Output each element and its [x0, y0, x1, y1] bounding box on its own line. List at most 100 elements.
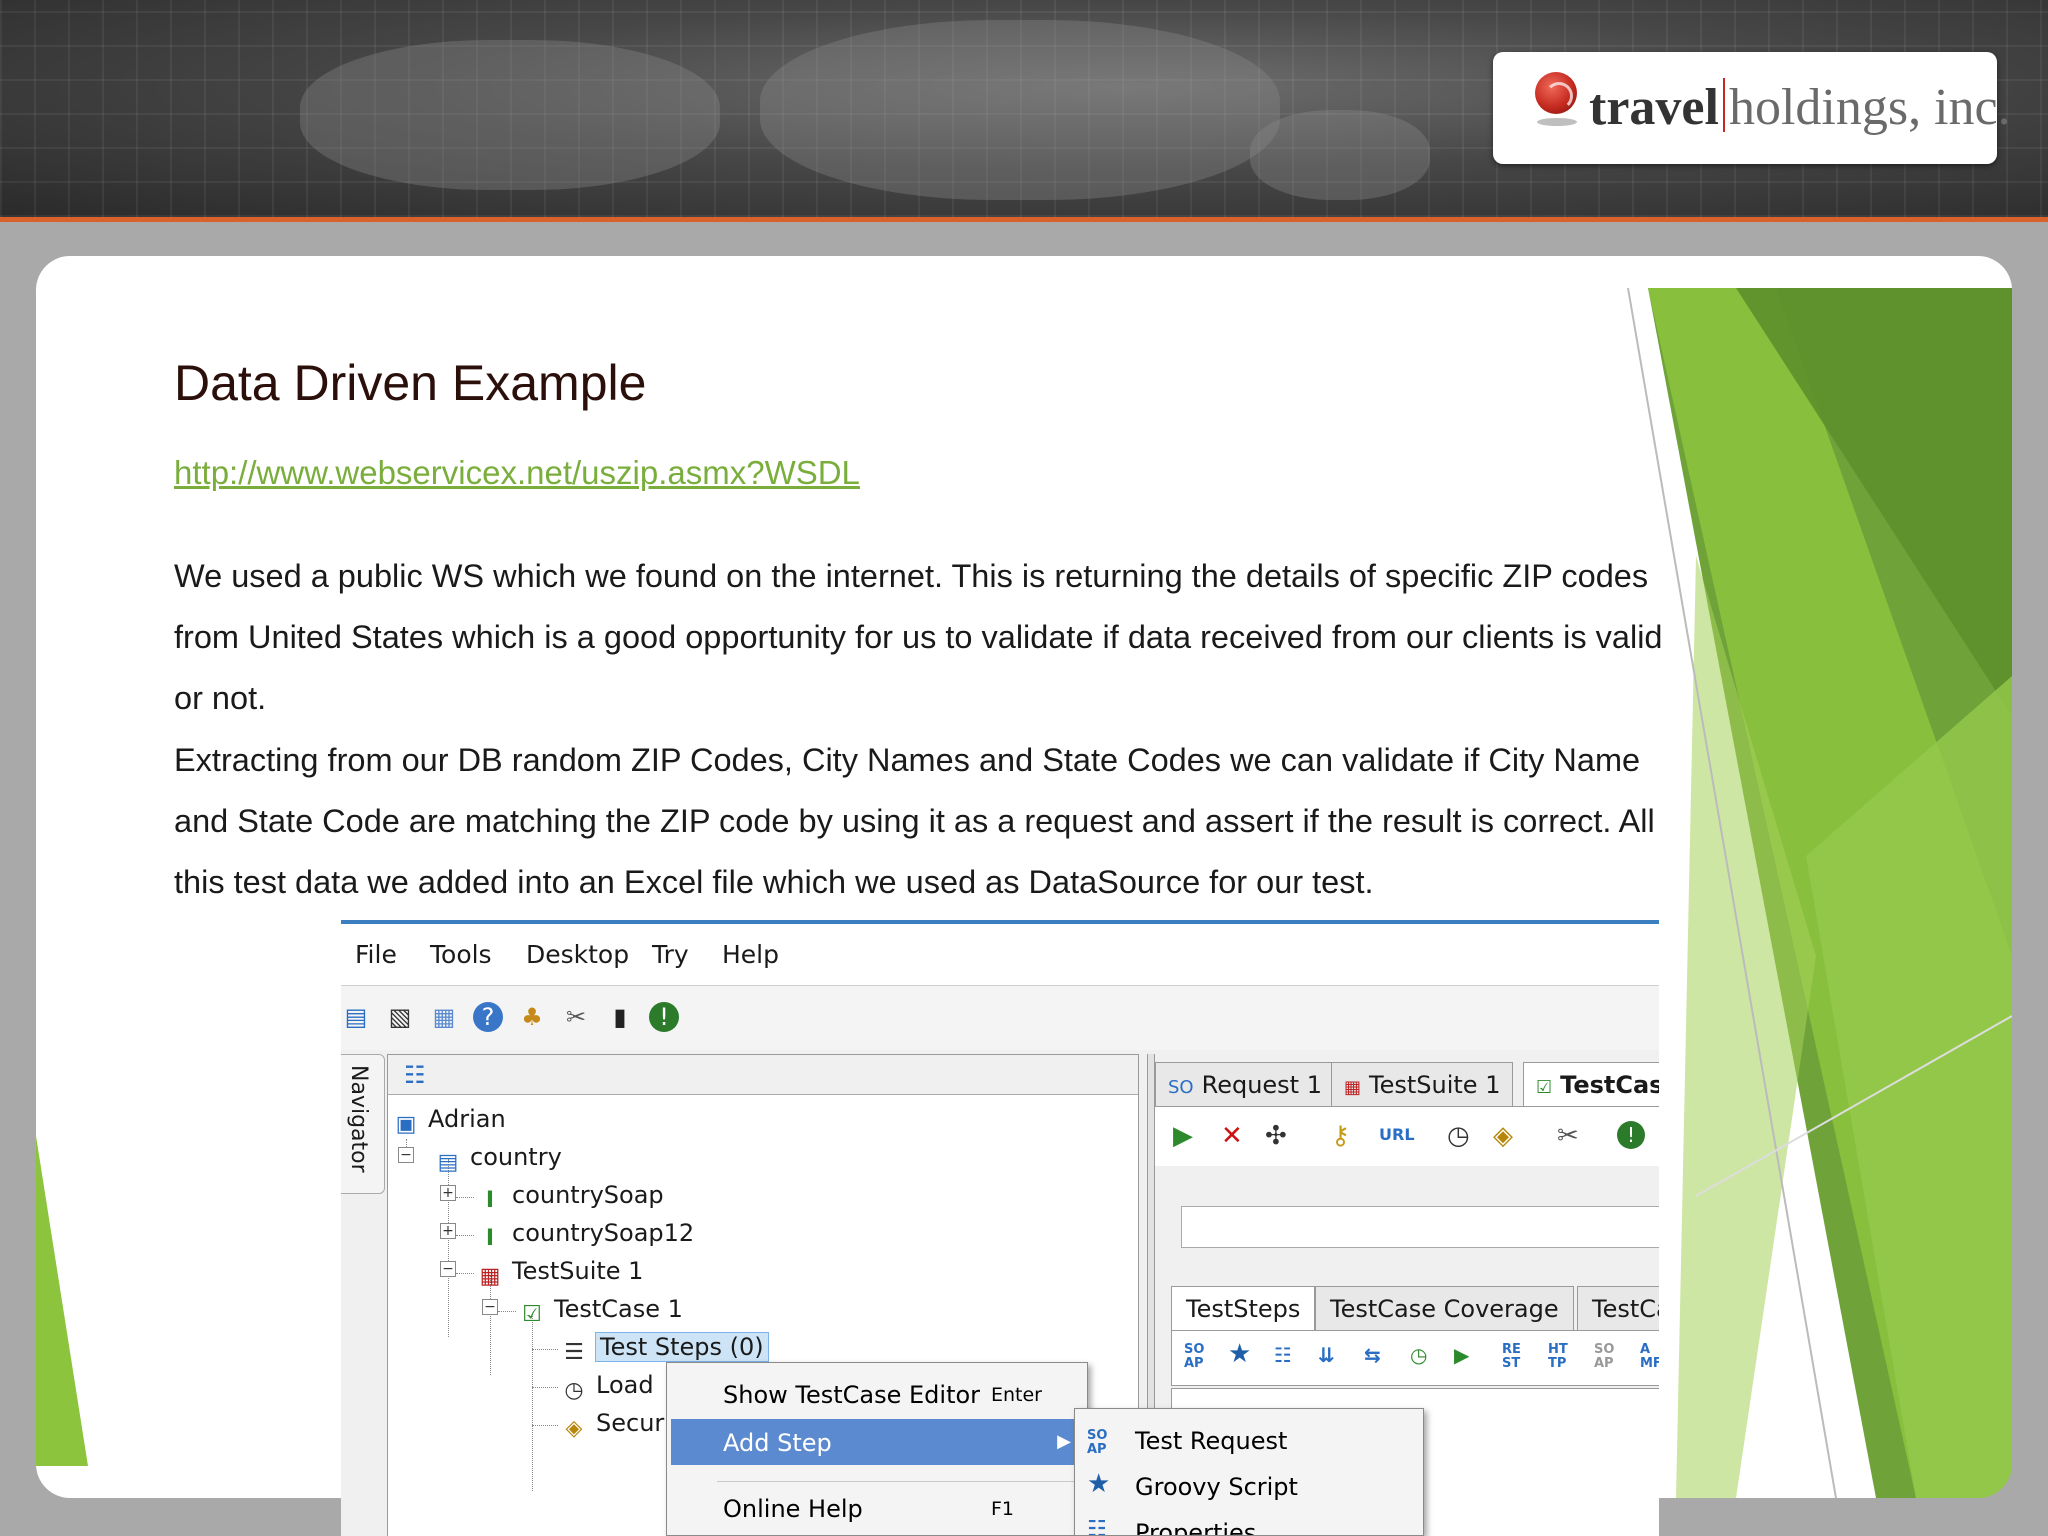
navigator-label: Navigator: [346, 1065, 371, 1173]
map-continent-shape: [300, 40, 720, 190]
add-mock-response-icon[interactable]: SO AP: [1594, 1343, 1616, 1371]
key-icon[interactable]: ⚷: [1331, 1121, 1350, 1151]
tree-item-testcase[interactable]: ☑ TestCase 1: [518, 1295, 683, 1329]
project-icon: ▤: [437, 1150, 459, 1175]
map-continent-shape: [1250, 110, 1430, 200]
tree-label: Test Steps (0): [595, 1332, 769, 1362]
main-toolbar: ▤ ▧ ▦ ? ♣ ✂ ▮ !: [341, 986, 1659, 1050]
submenu-item-label: Properties: [1135, 1519, 1257, 1536]
submenu-item-test-request[interactable]: SO AP Test Request: [1079, 1417, 1419, 1463]
menu-desktop[interactable]: Desktop: [526, 940, 629, 969]
menu-bar: File Tools Desktop Try Help: [341, 924, 1659, 986]
testcase-description-field[interactable]: [1181, 1206, 1659, 1248]
tree-label: countrySoap12: [512, 1219, 695, 1247]
tree-line: [532, 1387, 558, 1388]
menu-item-label: Online Help: [723, 1495, 863, 1523]
testcase-icon: ☑: [522, 1302, 542, 1327]
tree-item-project[interactable]: ▤ country: [434, 1143, 562, 1177]
wsdl-link[interactable]: http://www.webservicex.net/uszip.asmx?WS…: [174, 454, 860, 492]
run-testcase-icon[interactable]: ▶: [1454, 1343, 1469, 1367]
exit-icon[interactable]: !: [649, 1002, 679, 1032]
soap-icon: SO: [1168, 1077, 1194, 1098]
navigator-tab[interactable]: Navigator: [341, 1054, 385, 1194]
logo-text: travel holdings, inc.: [1589, 78, 2011, 137]
menu-try[interactable]: Try: [652, 940, 689, 969]
import-project-icon[interactable]: ▧: [385, 1002, 415, 1032]
tree-item-workspace[interactable]: ▣ Adrian: [392, 1105, 506, 1139]
subtab-teststeps[interactable]: TestSteps: [1171, 1286, 1316, 1330]
exit-icon[interactable]: !: [1617, 1121, 1645, 1149]
paragraph-line: from United States which is a good oppor…: [174, 619, 1663, 655]
groovy-star-icon[interactable]: ★: [1228, 1339, 1251, 1369]
menu-item-add-step[interactable]: Add Step ▶: [671, 1419, 1083, 1465]
tree-item-load-tests[interactable]: ◷ Load: [560, 1371, 654, 1405]
tab-request-1[interactable]: SO Request 1: [1155, 1062, 1335, 1106]
tree-item-testsuite[interactable]: ▦ TestSuite 1: [476, 1257, 644, 1291]
interface-icon: I: [485, 1226, 495, 1251]
conditional-goto-icon[interactable]: ⇆: [1364, 1343, 1381, 1367]
cancel-icon[interactable]: ✕: [1221, 1121, 1243, 1151]
tree-label: Load: [596, 1371, 654, 1399]
tree-label: country: [470, 1143, 562, 1171]
add-soap-step-icon[interactable]: SO AP: [1184, 1343, 1206, 1371]
menu-item-online-help[interactable]: Online Help F1: [671, 1485, 1083, 1531]
tab-testcase-1[interactable]: ☑ TestCase 1: [1523, 1062, 1659, 1106]
tab-testsuite-1[interactable]: ▦ TestSuite 1: [1331, 1062, 1514, 1106]
run-icon[interactable]: ▶: [1173, 1121, 1193, 1151]
soap-icon: SO AP: [1087, 1428, 1108, 1457]
property-transfer-icon[interactable]: ⇊: [1318, 1343, 1335, 1367]
tree-line: [498, 1311, 516, 1312]
tree-line: [456, 1197, 474, 1198]
tab-label: TestCase 1: [1560, 1071, 1659, 1099]
new-project-icon[interactable]: ▤: [341, 1002, 371, 1032]
subtab-testcase[interactable]: TestCase: [1577, 1286, 1659, 1330]
url-icon[interactable]: URL: [1379, 1125, 1415, 1144]
stopwatch-icon[interactable]: ◷: [1447, 1121, 1470, 1151]
shield-icon[interactable]: ◈: [1493, 1121, 1513, 1151]
tree-item-security-tests[interactable]: ◈ Secur: [560, 1409, 665, 1443]
tab-label: TestSuite 1: [1369, 1071, 1501, 1099]
add-amf-step-icon[interactable]: A MF: [1640, 1343, 1659, 1371]
shield-icon: ◈: [565, 1416, 583, 1441]
submenu-item-groovy-script[interactable]: ★ Groovy Script: [1079, 1463, 1419, 1509]
tree-item-interface[interactable]: IcountrySoap12: [476, 1219, 694, 1253]
context-menu: Show TestCase Editor Enter Add Step ▶ Onli…: [666, 1362, 1088, 1536]
loop-icon[interactable]: ✣: [1265, 1121, 1287, 1151]
menu-item-show-testcase-editor[interactable]: Show TestCase Editor Enter: [671, 1371, 1083, 1417]
expand-icon[interactable]: +: [440, 1223, 456, 1239]
menu-file[interactable]: File: [355, 940, 397, 969]
delay-icon[interactable]: ◷: [1410, 1343, 1427, 1367]
collapse-icon[interactable]: −: [440, 1261, 456, 1277]
tree-item-interface[interactable]: IcountrySoap: [476, 1181, 664, 1215]
menu-tools[interactable]: Tools: [430, 940, 492, 969]
preferences-tools-icon[interactable]: ✂: [561, 1002, 591, 1032]
help-icon[interactable]: ?: [473, 1002, 503, 1032]
paragraph-line: Extracting from our DB random ZIP Codes,…: [174, 742, 1641, 778]
users-icon[interactable]: ♣: [517, 1002, 547, 1032]
tab-label: Request 1: [1201, 1071, 1322, 1099]
map-continent-shape: [760, 20, 1280, 200]
add-rest-step-icon[interactable]: RE ST: [1502, 1343, 1524, 1371]
properties-icon: ☷: [1087, 1517, 1107, 1536]
subtab-testcase-coverage[interactable]: TestCase Coverage: [1315, 1286, 1574, 1330]
tree-label: Adrian: [428, 1105, 506, 1133]
expand-icon[interactable]: +: [440, 1185, 456, 1201]
add-http-step-icon[interactable]: HT TP: [1548, 1343, 1570, 1371]
paragraph-line: and State Code are matching the ZIP code…: [174, 803, 1655, 839]
menu-help[interactable]: Help: [722, 940, 779, 969]
tree-header: ☷: [388, 1055, 1138, 1095]
collapse-icon[interactable]: −: [482, 1299, 498, 1315]
proxy-icon[interactable]: ▮: [605, 1002, 635, 1032]
tools-icon[interactable]: ✂: [1557, 1121, 1579, 1151]
paragraph-line: We used a public WS which we found on th…: [174, 558, 1649, 594]
menu-item-shortcut: Enter: [991, 1384, 1042, 1406]
collapse-icon[interactable]: −: [398, 1147, 414, 1163]
tree-line: [456, 1273, 474, 1274]
list-view-icon[interactable]: ☷: [404, 1061, 426, 1089]
testcase-toolbar: ▶ ✕ ✣ ⚷ URL ◷ ◈ ✂ !: [1155, 1106, 1659, 1166]
save-all-icon[interactable]: ▦: [429, 1002, 459, 1032]
submenu-item-properties[interactable]: ☷ Properties: [1079, 1509, 1419, 1536]
workspace-icon: ▣: [395, 1112, 417, 1137]
menu-item-shortcut: F1: [991, 1498, 1015, 1520]
properties-icon[interactable]: ☷: [1274, 1343, 1292, 1367]
